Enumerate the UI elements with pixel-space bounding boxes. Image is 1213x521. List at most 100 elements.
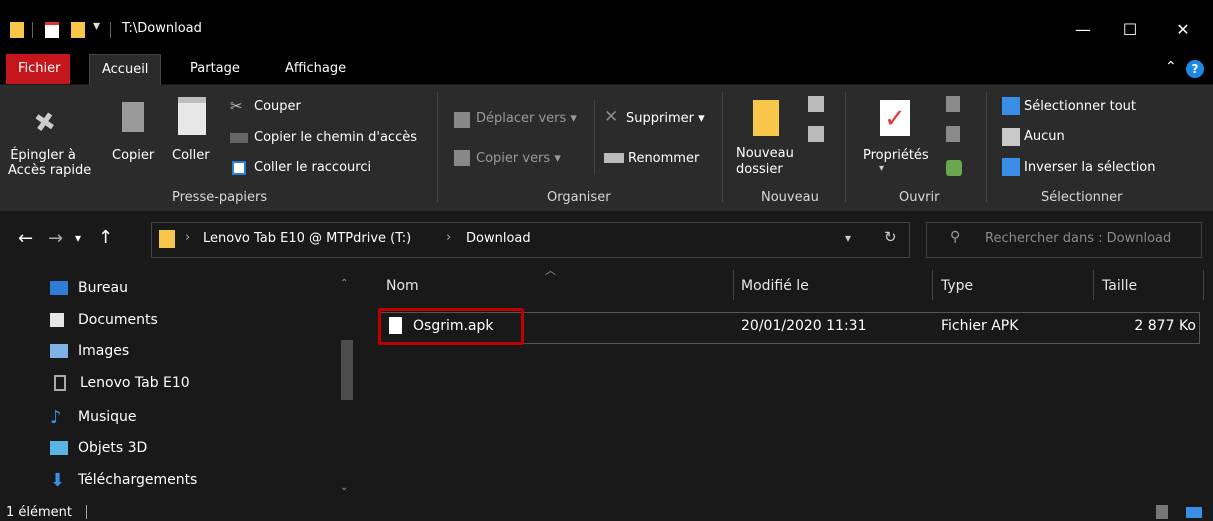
divider (1203, 270, 1204, 300)
paste-shortcut-icon (232, 161, 246, 175)
scrollbar-thumb[interactable] (341, 340, 353, 400)
divider (722, 92, 723, 202)
back-icon[interactable]: ← (18, 228, 33, 249)
tab-partage[interactable]: Partage (178, 54, 252, 84)
rename-button[interactable]: Renommer (628, 151, 699, 166)
copy-button[interactable]: Copier (112, 148, 154, 163)
desktop-icon (50, 281, 68, 295)
nav-item-images[interactable]: Images (50, 338, 129, 364)
details-view-icon[interactable] (1156, 505, 1168, 519)
up-icon[interactable]: ↑ (98, 227, 113, 248)
copy-to-button[interactable]: Copier vers ▾ (476, 151, 561, 166)
file-size: 2 877 Ko (1134, 318, 1196, 334)
file-icon (389, 317, 402, 334)
nav-item-musique[interactable]: ♪ Musique (50, 404, 137, 430)
paste-button[interactable]: Coller (172, 148, 210, 163)
divider (594, 100, 595, 175)
search-icon: ⚲ (950, 229, 961, 245)
invert-selection-button[interactable]: Inverser la sélection (1024, 160, 1156, 175)
breadcrumb-separator-icon: › (185, 230, 191, 245)
column-header-size[interactable]: Taille (1102, 278, 1137, 294)
file-type: Fichier APK (941, 318, 1019, 334)
pin-label-2: Accès rapide (8, 163, 92, 178)
group-label-organize: Organiser (547, 190, 611, 205)
help-icon[interactable]: ? (1186, 60, 1204, 78)
nav-label: Téléchargements (78, 472, 198, 488)
divider (986, 92, 987, 202)
pin-quick-access-button[interactable]: Épingler à Accès rapide (8, 148, 91, 178)
properties-icon: ✓ (880, 100, 910, 136)
device-icon (54, 375, 66, 391)
new-item-icon[interactable] (808, 96, 824, 112)
paste-shortcut-button[interactable]: Coller le raccourci (254, 160, 371, 175)
file-modified: 20/01/2020 11:31 (741, 318, 867, 334)
divider (733, 270, 734, 300)
nav-label: Musique (78, 409, 137, 425)
move-to-button[interactable]: Déplacer vers ▾ (476, 111, 577, 126)
new-folder-quick-icon[interactable] (71, 22, 85, 38)
copy-to-icon (454, 150, 470, 166)
copy-path-button[interactable]: Copier le chemin d'accès (254, 130, 417, 145)
new-folder-label-2: dossier (736, 162, 783, 177)
pin-label-1: Épingler à (10, 148, 76, 163)
tab-fichier[interactable]: Fichier (6, 54, 70, 84)
nav-item-telechargements[interactable]: ⬇ Téléchargements (50, 467, 197, 493)
nav-item-bureau[interactable]: Bureau (50, 275, 128, 301)
images-icon (50, 344, 68, 358)
group-label-select: Sélectionner (1041, 190, 1123, 205)
nav-item-documents[interactable]: Documents (50, 307, 158, 333)
open-icon[interactable] (946, 96, 960, 112)
group-label-open: Ouvrir (899, 190, 940, 205)
properties-dropdown-icon[interactable]: ▾ (879, 163, 884, 174)
nav-label: Images (78, 343, 130, 359)
column-header-type[interactable]: Type (941, 278, 973, 294)
copy-to-label: Copier vers (476, 151, 551, 166)
sort-ascending-icon: ︿ (545, 264, 556, 277)
history-icon[interactable] (946, 160, 962, 176)
nav-label: Lenovo Tab E10 (80, 375, 190, 391)
status-bar (0, 503, 1213, 521)
maximize-button[interactable]: ☐ (1107, 14, 1153, 44)
tab-affichage[interactable]: Affichage (273, 54, 358, 84)
forward-icon[interactable]: → (48, 228, 63, 249)
edit-icon[interactable] (946, 126, 960, 142)
breadcrumb-folder[interactable]: Download (466, 231, 531, 246)
scroll-up-icon[interactable]: ⌃ (340, 278, 348, 289)
column-header-name[interactable]: Nom (386, 278, 419, 294)
new-folder-button[interactable]: Nouveau dossier (736, 146, 794, 178)
nav-item-lenovo[interactable]: Lenovo Tab E10 (50, 370, 190, 396)
address-dropdown-icon[interactable]: ▾ (845, 231, 851, 245)
delete-button[interactable]: Supprimer ▾ (626, 111, 705, 126)
minimize-button[interactable]: — (1060, 14, 1106, 44)
tab-accueil[interactable]: Accueil (89, 54, 162, 85)
close-button[interactable]: ✕ (1160, 14, 1206, 44)
divider (932, 270, 933, 300)
nav-item-objets3d[interactable]: Objets 3D (50, 435, 147, 461)
cut-button[interactable]: Couper (254, 99, 301, 114)
properties-quick-icon[interactable] (45, 22, 59, 38)
folder-icon (10, 22, 24, 38)
breadcrumb-device[interactable]: Lenovo Tab E10 @ MTPdrive (T:) (203, 231, 411, 246)
select-none-button[interactable]: Aucun (1024, 129, 1065, 144)
window-title: T:\Download (122, 21, 202, 36)
recent-locations-icon[interactable]: ▾ (75, 231, 81, 245)
new-folder-label-1: Nouveau (736, 146, 794, 161)
collapse-ribbon-icon[interactable]: ⌃ (1165, 59, 1177, 75)
scissors-icon: ✂ (230, 97, 243, 115)
nav-label: Objets 3D (78, 440, 148, 456)
refresh-icon[interactable]: ↻ (884, 228, 897, 246)
properties-button[interactable]: Propriétés (863, 148, 929, 163)
column-header-modified[interactable]: Modifié le (741, 278, 809, 294)
select-all-button[interactable]: Sélectionner tout (1024, 99, 1136, 114)
customize-quick-access-icon[interactable]: ▾ (93, 18, 100, 34)
select-none-icon (1002, 128, 1020, 146)
invert-selection-icon (1002, 158, 1020, 176)
scroll-down-icon[interactable]: ⌄ (340, 482, 348, 493)
move-to-label: Déplacer vers (476, 111, 567, 126)
large-icons-view-icon[interactable] (1186, 507, 1202, 518)
breadcrumb-separator-icon: › (446, 230, 452, 245)
downloads-icon: ⬇ (50, 469, 66, 491)
copy-path-icon (230, 133, 248, 143)
easy-access-icon[interactable] (808, 126, 824, 142)
file-name[interactable]: Osgrim.apk (413, 318, 494, 334)
